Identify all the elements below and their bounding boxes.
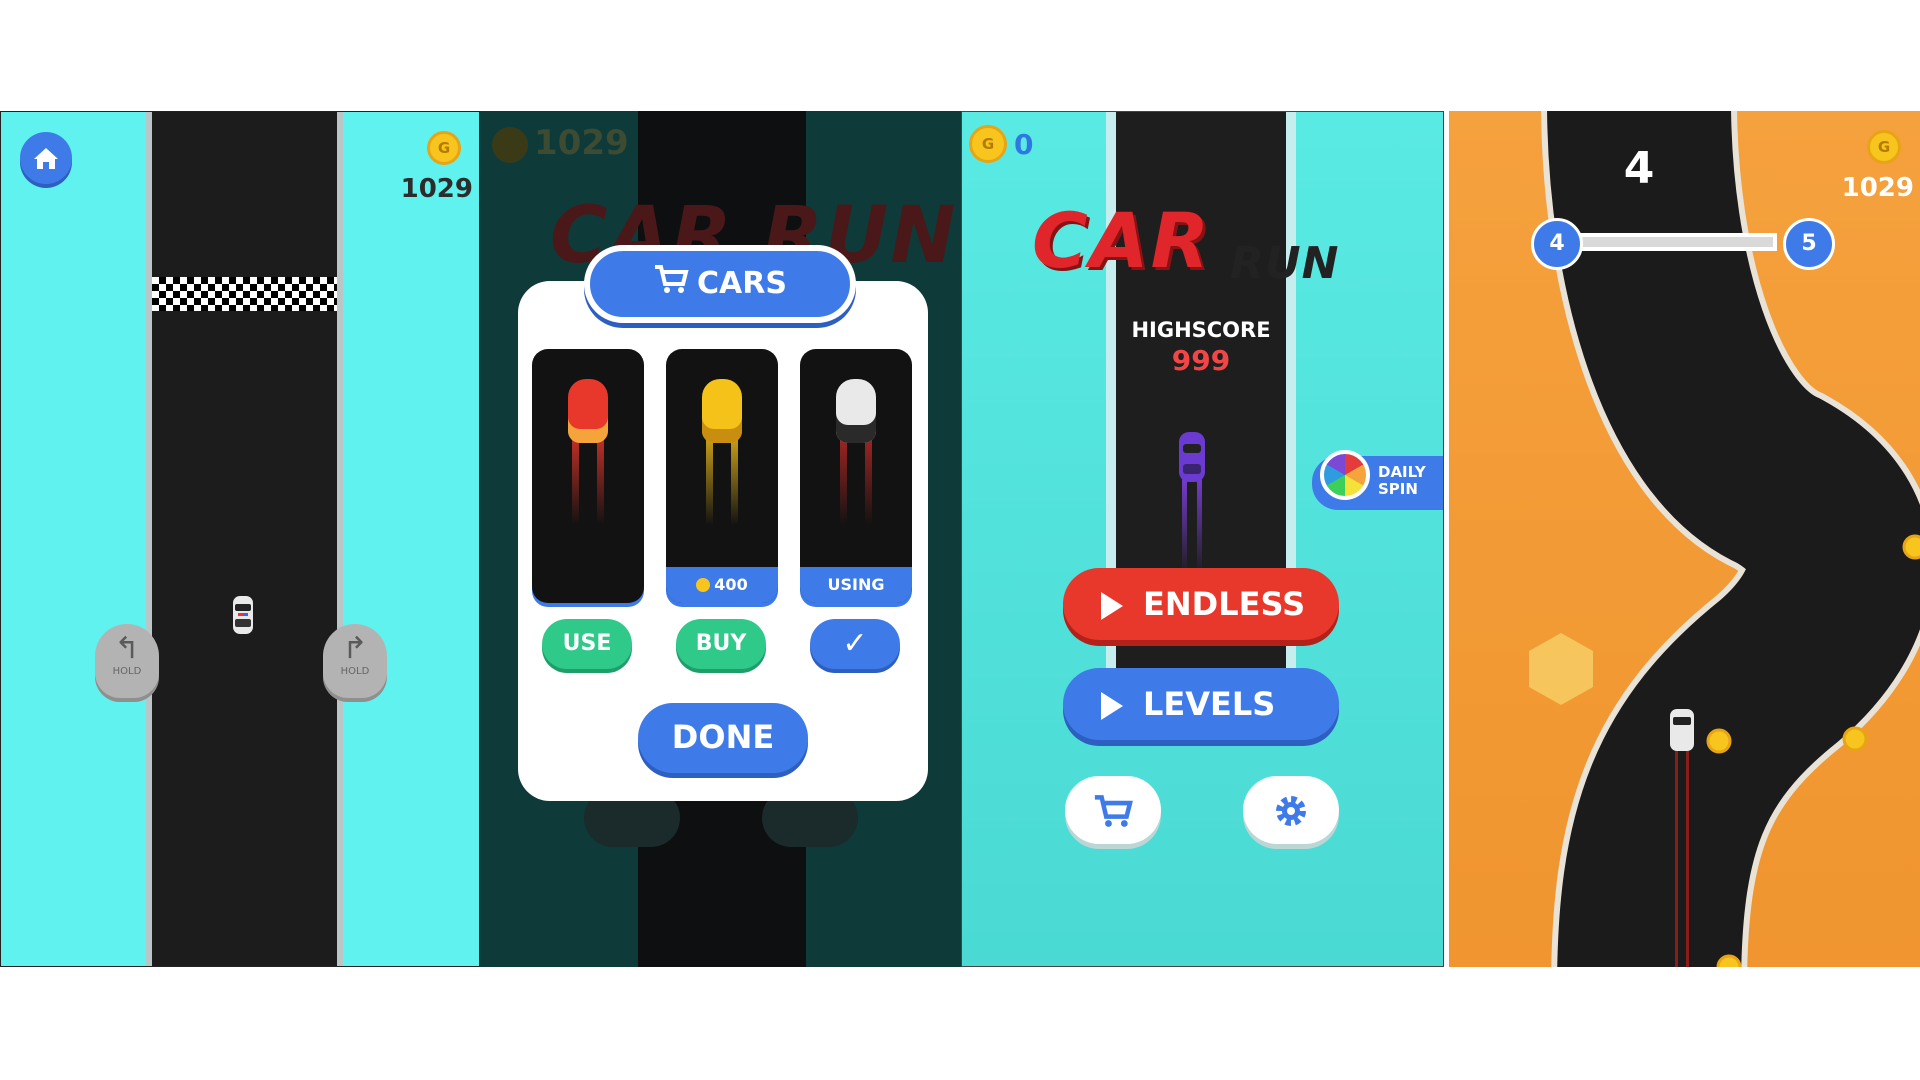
main-menu-panel: G 0 CAR RUN HIGHSCORE 999 DAILY SPIN END… bbox=[961, 111, 1444, 967]
cart-icon bbox=[1094, 795, 1133, 827]
levels-button[interactable]: LEVELS bbox=[1063, 668, 1339, 740]
background-coin-count: 1029 bbox=[492, 123, 629, 163]
shop-cart-button[interactable] bbox=[1065, 776, 1161, 844]
cars-title: CARS bbox=[697, 266, 787, 301]
daily-spin-line1: DAILY bbox=[1378, 463, 1426, 481]
turn-left-icon: ↰ bbox=[114, 631, 140, 666]
coin-icon bbox=[696, 578, 711, 592]
highscore-label: HIGHSCORE bbox=[1131, 318, 1271, 342]
coin-icon: G bbox=[1867, 130, 1901, 164]
car-card-police[interactable]: USING bbox=[800, 349, 912, 603]
done-button[interactable]: DONE bbox=[638, 703, 808, 773]
car-status: USING bbox=[800, 567, 912, 603]
yellow-car bbox=[702, 379, 742, 443]
check-icon: ✓ bbox=[842, 626, 868, 661]
endless-button[interactable]: ENDLESS bbox=[1063, 568, 1339, 640]
car-card-red[interactable] bbox=[532, 349, 644, 603]
hold-label: HOLD bbox=[340, 666, 370, 677]
police-car bbox=[233, 596, 253, 634]
logo-car-text: CAR bbox=[1032, 196, 1212, 285]
spin-wheel-icon bbox=[1320, 450, 1370, 500]
use-button[interactable]: USE bbox=[542, 619, 632, 669]
price-value: 400 bbox=[714, 575, 748, 594]
play-icon bbox=[1101, 692, 1123, 720]
selected-check-button[interactable]: ✓ bbox=[810, 619, 900, 669]
levels-label: LEVELS bbox=[1143, 685, 1276, 723]
play-icon bbox=[1101, 592, 1123, 620]
finish-line bbox=[152, 277, 337, 311]
red-car bbox=[568, 379, 608, 443]
logo-run-text: RUN bbox=[1230, 238, 1340, 289]
purple-car bbox=[1179, 432, 1205, 574]
road bbox=[146, 112, 343, 966]
turn-left-button[interactable]: ↰ HOLD bbox=[95, 624, 159, 702]
daily-spin-line2: SPIN bbox=[1378, 480, 1418, 498]
gear-icon bbox=[1276, 796, 1306, 826]
coin-icon: G bbox=[969, 125, 1007, 163]
turn-right-button[interactable]: ↱ HOLD bbox=[323, 624, 387, 702]
level-progress-bar bbox=[1567, 233, 1777, 251]
level-from-badge: 4 bbox=[1531, 218, 1583, 270]
coin-icon: G bbox=[427, 131, 461, 165]
settings-button[interactable] bbox=[1243, 776, 1339, 844]
car-price: 400 bbox=[666, 567, 778, 603]
daily-spin-label: DAILY SPIN bbox=[1378, 464, 1426, 498]
home-button[interactable] bbox=[20, 132, 72, 184]
coin-icon bbox=[492, 126, 528, 163]
cars-shop-panel: 1029 CAR RUN CARS 400 USING USE BUY ✓ DO… bbox=[480, 111, 961, 967]
coin-count: 1029 bbox=[400, 174, 473, 204]
turn-right-icon: ↱ bbox=[342, 631, 368, 666]
endless-label: ENDLESS bbox=[1143, 585, 1306, 623]
police-car bbox=[836, 379, 876, 443]
hold-label: HOLD bbox=[112, 666, 142, 677]
buy-button[interactable]: BUY bbox=[676, 619, 766, 669]
cars-title-button[interactable]: CARS bbox=[584, 245, 856, 323]
current-level: 4 bbox=[1623, 143, 1655, 194]
gameplay-panel-winding: 4 4 5 G 1029 bbox=[1449, 111, 1920, 967]
daily-spin-button[interactable]: DAILY SPIN bbox=[1312, 450, 1443, 510]
car-card-yellow[interactable]: 400 bbox=[666, 349, 778, 603]
level-to-badge: 5 bbox=[1783, 218, 1835, 270]
bg-coin-value: 1029 bbox=[534, 123, 629, 163]
coin-count: 1029 bbox=[1841, 173, 1914, 203]
coin-count: 0 bbox=[1014, 128, 1034, 161]
gameplay-panel-straight: G 1029 ↰ HOLD ↱ HOLD bbox=[0, 111, 480, 967]
home-icon bbox=[34, 148, 58, 169]
cart-icon bbox=[653, 252, 689, 318]
highscore-value: 999 bbox=[1171, 344, 1231, 377]
